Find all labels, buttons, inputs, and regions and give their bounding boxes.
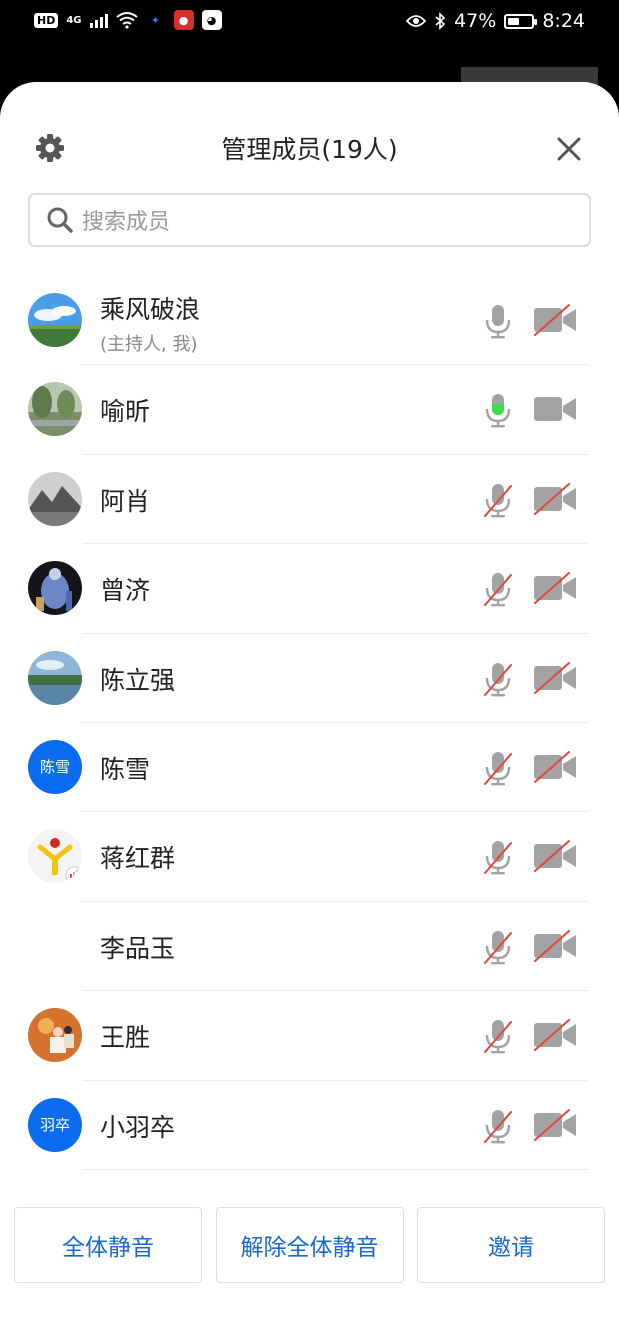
- avatar: [28, 561, 82, 616]
- invite-button[interactable]: 邀请: [417, 1207, 605, 1283]
- microphone-icon[interactable]: [484, 392, 512, 428]
- member-name: 曾济: [100, 576, 151, 606]
- member-name: 乘风破浪: [100, 295, 201, 324]
- member-row[interactable]: 蒋红群: [0, 812, 619, 902]
- eye-icon: [406, 15, 427, 27]
- mic-notification-icon: ●: [173, 10, 194, 30]
- microphone-icon[interactable]: [484, 1018, 512, 1054]
- qq-icon: ◕: [201, 10, 222, 30]
- member-row[interactable]: 李品玉: [0, 902, 619, 992]
- hd-indicator: HD: [34, 12, 59, 28]
- microphone-icon[interactable]: [484, 750, 512, 786]
- camera-icon[interactable]: [533, 393, 577, 425]
- member-row[interactable]: 阿肖: [0, 455, 619, 545]
- member-list: 乘风破浪 (主持人, 我) 喻昕阿肖曾济陈立强陈雪 陈雪蒋红群李品玉王胜羽卒 小羽卒: [0, 276, 619, 1170]
- page-title: 管理成员(19人): [221, 135, 398, 164]
- member-row[interactable]: 喻昕: [0, 365, 619, 455]
- member-name: 李品玉: [100, 933, 176, 963]
- camera-icon[interactable]: [533, 750, 577, 783]
- microphone-icon[interactable]: [484, 303, 512, 339]
- network-type: 4G: [66, 14, 82, 26]
- signal-icon: [89, 12, 108, 28]
- avatar: 陈雪: [28, 739, 82, 794]
- member-name: 小羽卒: [100, 1112, 176, 1142]
- member-row[interactable]: 王胜: [0, 991, 619, 1081]
- avatar: [28, 293, 82, 347]
- camera-icon[interactable]: [533, 929, 577, 962]
- camera-icon[interactable]: [533, 304, 577, 336]
- search-placeholder: 搜索成员: [82, 210, 171, 235]
- avatar: [28, 1008, 82, 1063]
- avatar: [28, 829, 82, 884]
- member-name: 王胜: [100, 1023, 151, 1053]
- member-row[interactable]: 乘风破浪 (主持人, 我): [0, 276, 619, 366]
- member-row[interactable]: 陈立强: [0, 634, 619, 723]
- member-row[interactable]: 曾济: [0, 544, 619, 634]
- action-bar: 全体静音 解除全体静音 邀请: [14, 1207, 605, 1283]
- clock: 8:24: [542, 10, 585, 32]
- bluetooth-icon: [435, 12, 446, 30]
- mute-all-button[interactable]: 全体静音: [14, 1207, 202, 1283]
- search-input[interactable]: 搜索成员: [28, 193, 591, 247]
- avatar: 羽卒: [28, 1097, 82, 1152]
- member-name: 阿肖: [100, 486, 151, 516]
- member-row[interactable]: 陈雪 陈雪: [0, 723, 619, 813]
- microphone-icon[interactable]: [484, 482, 512, 518]
- camera-icon[interactable]: [533, 1108, 577, 1141]
- camera-icon[interactable]: [533, 482, 577, 515]
- search-icon: [47, 207, 73, 233]
- battery-icon: [504, 13, 538, 29]
- avatar: [28, 650, 82, 705]
- app-notification-icon: ✦: [150, 13, 161, 27]
- unmute-all-button[interactable]: 解除全体静音: [215, 1207, 404, 1283]
- wifi-icon: [115, 12, 138, 29]
- camera-icon[interactable]: [533, 661, 577, 694]
- member-name: 喻昕: [100, 397, 151, 427]
- manage-members-sheet: 管理成员(19人) 搜索成员 乘风破浪 (主持人, 我) 喻昕阿肖曾济陈立强陈雪 陈雪…: [0, 82, 619, 1341]
- avatar: [28, 382, 82, 437]
- close-icon[interactable]: [554, 134, 584, 164]
- microphone-icon[interactable]: [484, 839, 512, 875]
- avatar: [28, 471, 82, 526]
- member-name: 陈立强: [100, 665, 176, 695]
- microphone-icon[interactable]: [484, 661, 512, 697]
- member-role: (主持人, 我): [100, 334, 198, 355]
- member-name: 蒋红群: [100, 844, 176, 874]
- microphone-icon[interactable]: [484, 929, 512, 965]
- camera-icon[interactable]: [533, 840, 577, 873]
- microphone-icon[interactable]: [484, 571, 512, 607]
- camera-icon[interactable]: [533, 572, 577, 605]
- status-bar: HD 4G ✦ ● ◕ 47% 8:24: [0, 0, 619, 46]
- member-row[interactable]: 羽卒 小羽卒: [0, 1081, 619, 1170]
- member-name: 陈雪: [100, 754, 151, 784]
- microphone-icon[interactable]: [484, 1108, 512, 1144]
- divider: [82, 1168, 589, 1170]
- battery-percent: 47%: [454, 10, 497, 32]
- camera-icon[interactable]: [533, 1019, 577, 1052]
